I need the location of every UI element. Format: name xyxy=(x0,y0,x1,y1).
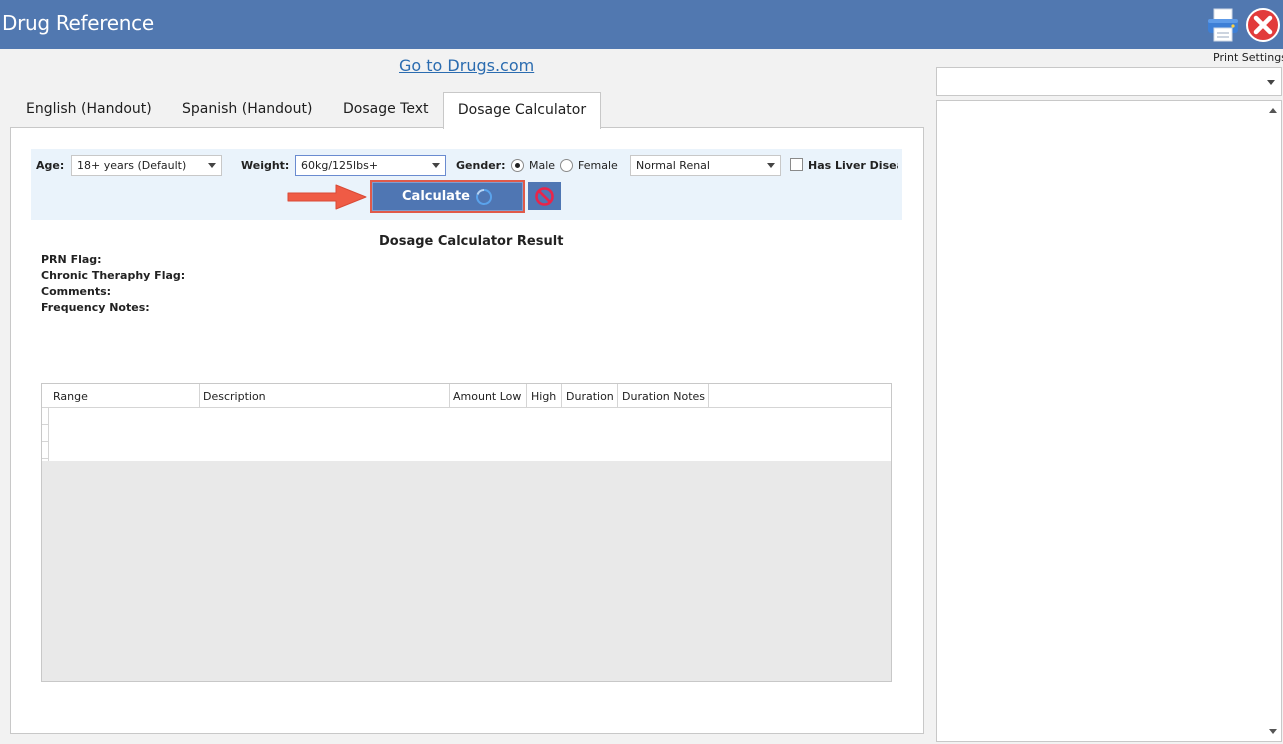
liver-disease-label[interactable]: Has Liver Diseas xyxy=(808,159,898,172)
column-header-description[interactable]: Description xyxy=(199,384,450,408)
scroll-down-icon[interactable] xyxy=(1269,729,1277,734)
print-settings-label[interactable]: Print Settings xyxy=(1213,51,1283,64)
weight-value: 60kg/125lbs+ xyxy=(301,159,379,172)
age-dropdown[interactable]: 18+ years (Default) xyxy=(71,155,222,176)
title-bar: Drug Reference xyxy=(0,0,1283,49)
renal-dropdown[interactable]: Normal Renal xyxy=(630,155,781,176)
age-label: Age: xyxy=(36,159,65,172)
preview-panel xyxy=(936,100,1282,742)
gender-label: Gender: xyxy=(456,159,506,172)
result-title: Dosage Calculator Result xyxy=(379,234,564,249)
tab-spanish-handout[interactable]: Spanish (Handout) xyxy=(182,92,312,127)
chevron-down-icon xyxy=(1267,80,1275,85)
print-settings-dropdown[interactable] xyxy=(936,67,1282,96)
frequency-notes-label: Frequency Notes: xyxy=(41,301,150,314)
weight-dropdown[interactable]: 60kg/125lbs+ xyxy=(295,155,446,176)
calculate-label: Calculate xyxy=(402,189,470,204)
loading-spinner-icon xyxy=(476,188,493,205)
chevron-down-icon xyxy=(432,163,440,168)
column-header-amount-low[interactable]: Amount Low xyxy=(449,384,527,408)
column-header-duration[interactable]: Duration xyxy=(562,384,618,408)
tab-dosage-calculator[interactable]: Dosage Calculator xyxy=(443,92,601,129)
red-arrow-icon xyxy=(287,184,367,210)
gender-female-label[interactable]: Female xyxy=(578,159,618,172)
prn-flag-label: PRN Flag: xyxy=(41,253,102,266)
dosage-grid: Range Description Amount Low High Durati… xyxy=(41,383,892,682)
gender-male-label[interactable]: Male xyxy=(529,159,555,172)
chevron-down-icon xyxy=(208,163,216,168)
liver-disease-checkbox[interactable] xyxy=(790,158,803,171)
tab-english-handout[interactable]: English (Handout) xyxy=(26,92,152,127)
tab-dosage-text[interactable]: Dosage Text xyxy=(343,92,428,127)
gender-female-radio[interactable] xyxy=(560,159,573,172)
go-to-drugs-link[interactable]: Go to Drugs.com xyxy=(399,56,534,75)
grid-header: Range Description Amount Low High Durati… xyxy=(42,384,891,408)
close-icon[interactable] xyxy=(1245,7,1281,43)
chronic-therapy-flag-label: Chronic Theraphy Flag: xyxy=(41,269,186,282)
weight-label: Weight: xyxy=(241,159,290,172)
grid-body[interactable] xyxy=(42,408,891,461)
column-header-duration-notes[interactable]: Duration Notes xyxy=(618,384,709,408)
cancel-button[interactable] xyxy=(528,182,561,210)
chevron-down-icon xyxy=(767,163,775,168)
renal-value: Normal Renal xyxy=(636,159,710,172)
comments-label: Comments: xyxy=(41,285,112,298)
app-title: Drug Reference xyxy=(2,11,154,35)
column-header-high[interactable]: High xyxy=(527,384,562,408)
printer-icon[interactable] xyxy=(1206,7,1240,43)
gender-male-radio[interactable] xyxy=(511,159,524,172)
column-header-range[interactable]: Range xyxy=(49,384,200,408)
row-indicator xyxy=(42,408,49,461)
age-value: 18+ years (Default) xyxy=(77,159,187,172)
scroll-up-icon[interactable] xyxy=(1269,108,1277,113)
cancel-icon xyxy=(535,187,554,206)
calculate-button[interactable]: Calculate xyxy=(370,180,525,213)
